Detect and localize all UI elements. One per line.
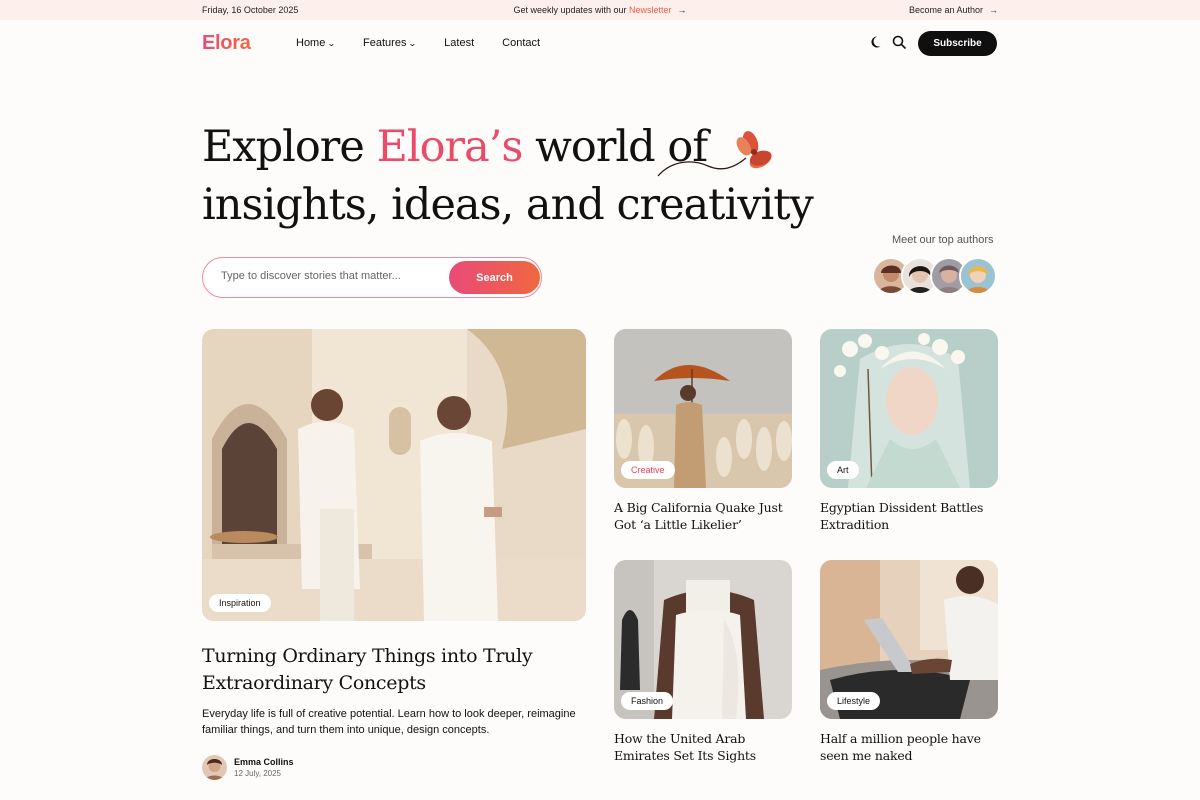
category-tag[interactable]: Fashion: [621, 692, 674, 710]
nav-item-latest[interactable]: Latest: [444, 37, 474, 49]
top-authors-label: Meet our top authors: [892, 234, 994, 246]
moon-icon[interactable]: [868, 35, 882, 49]
arrow-right-icon[interactable]: →: [678, 5, 687, 15]
main-nav: Elora Home ⌄ Features ⌄ Latest Contact S…: [0, 20, 1200, 66]
nav-menu: Home ⌄ Features ⌄ Latest Contact: [296, 37, 568, 49]
logo[interactable]: Elora: [202, 32, 251, 55]
subscribe-button[interactable]: Subscribe: [918, 31, 997, 56]
publish-date: 12 July, 2025: [234, 769, 281, 778]
hero-title-accent: Elora’s: [376, 122, 523, 172]
author-name[interactable]: Emma Collins: [234, 757, 294, 767]
promo-text: Get weekly updates with our: [513, 5, 630, 15]
nav-item-contact[interactable]: Contact: [502, 37, 540, 49]
nav-item-home[interactable]: Home ⌄: [296, 37, 336, 49]
nav-item-features[interactable]: Features ⌄: [363, 37, 417, 49]
search-input[interactable]: [221, 270, 441, 282]
featured-image[interactable]: [202, 329, 586, 621]
chevron-down-icon[interactable]: ⌄: [408, 39, 417, 48]
hero-title-line2: insights, ideas, and creativity: [202, 180, 814, 230]
become-author-link[interactable]: Become an Author →: [909, 5, 998, 15]
top-bar: Friday, 16 October 2025 Get weekly updat…: [0, 0, 1200, 20]
search-bar: Search: [202, 257, 542, 298]
article-title[interactable]: A Big California Quake Just Got ‘a Littl…: [614, 499, 792, 533]
search-button[interactable]: Search: [449, 261, 540, 294]
nav-item-label[interactable]: Contact: [502, 37, 540, 49]
top-authors: [872, 257, 997, 295]
avatar[interactable]: [959, 257, 997, 295]
featured-excerpt: Everyday life is full of creative potent…: [202, 708, 576, 736]
nav-item-label[interactable]: Features: [363, 37, 406, 49]
category-tag[interactable]: Art: [827, 461, 859, 479]
article-title[interactable]: How the United Arab Emirates Set Its Sig…: [614, 730, 792, 764]
nav-item-label[interactable]: Latest: [444, 37, 474, 49]
article-title[interactable]: Half a million people have seen me naked: [820, 730, 998, 764]
featured-photo: [202, 329, 586, 621]
article-title[interactable]: Egyptian Dissident Battles Extradition: [820, 499, 998, 533]
hero-title-part: Explore: [202, 122, 377, 172]
chevron-down-icon[interactable]: ⌄: [327, 39, 336, 48]
newsletter-link[interactable]: Newsletter: [629, 5, 672, 15]
author-info: Emma Collins 12 July, 2025: [234, 757, 294, 778]
newsletter-promo: Get weekly updates with our Newsletter →: [0, 5, 1200, 15]
avatar[interactable]: [202, 755, 227, 780]
category-tag[interactable]: Lifestyle: [827, 692, 881, 710]
category-tag[interactable]: Creative: [621, 461, 675, 479]
featured-title[interactable]: Turning Ordinary Things into Truly Extra…: [202, 643, 592, 697]
become-author-label[interactable]: Become an Author: [909, 5, 983, 15]
search-icon[interactable]: [892, 35, 906, 49]
author-byline: Emma Collins 12 July, 2025: [202, 755, 294, 780]
category-tag[interactable]: Inspiration: [209, 594, 271, 612]
flower-illustration: [657, 131, 772, 177]
arrow-right-icon[interactable]: →: [989, 5, 998, 15]
nav-icons: [868, 35, 916, 49]
nav-item-label[interactable]: Home: [296, 37, 325, 49]
